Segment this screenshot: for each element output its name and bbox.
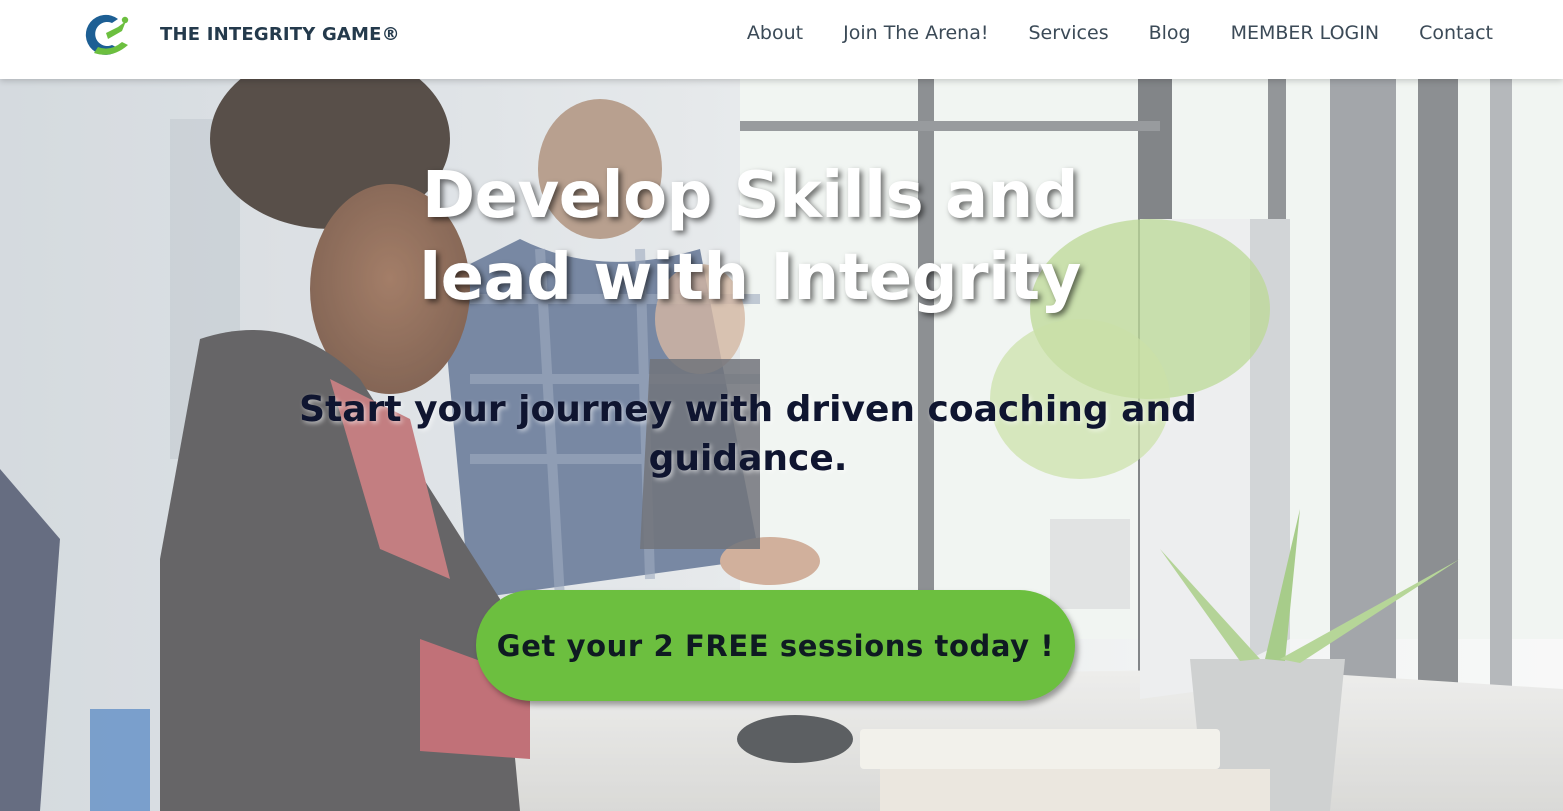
nav-link-blog[interactable]: Blog [1149, 22, 1191, 44]
hero-headline-line-1: Develop Skills and [421, 159, 1079, 233]
hero-headline-line-2: lead with Integrity [419, 241, 1081, 315]
hero-section: Develop Skills and lead with Integrity S… [0, 79, 1563, 811]
brand-name[interactable]: THE INTEGRITY GAME® [160, 24, 400, 45]
nav-link-member-login[interactable]: MEMBER LOGIN [1231, 22, 1379, 44]
hero-headline: Develop Skills and lead with Integrity [0, 155, 1500, 319]
nav-link-services[interactable]: Services [1028, 22, 1108, 44]
main-nav: About Join The Arena! Services Blog MEMB… [747, 22, 1493, 44]
site-header: THE INTEGRITY GAME® About Join The Arena… [0, 0, 1563, 79]
integrity-game-logo-icon[interactable] [78, 9, 136, 61]
nav-link-contact[interactable]: Contact [1419, 22, 1493, 44]
hero-subheadline: Start your journey with driven coaching … [299, 389, 1197, 479]
free-sessions-cta-button[interactable]: Get your 2 FREE sessions today ! [476, 590, 1075, 701]
nav-link-about[interactable]: About [747, 22, 803, 44]
nav-link-join-the-arena[interactable]: Join The Arena! [843, 22, 988, 44]
